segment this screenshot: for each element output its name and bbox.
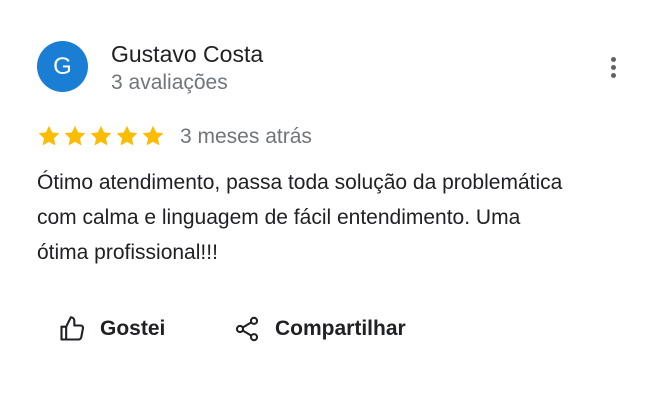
reviewer-name[interactable]: Gustavo Costa <box>111 40 263 68</box>
star-rating <box>37 124 165 148</box>
more-vertical-icon-dot <box>611 73 616 78</box>
share-icon <box>233 315 261 343</box>
star-icon <box>38 125 60 146</box>
star-icon <box>90 125 112 146</box>
star-icon <box>64 125 86 146</box>
star-icon <box>116 125 138 146</box>
star-icon <box>142 125 164 146</box>
more-vertical-icon <box>611 57 616 62</box>
like-button[interactable]: Gostei <box>58 309 165 349</box>
like-label: Gostei <box>100 317 166 340</box>
review-date: 3 meses atrás <box>180 125 312 148</box>
more-vertical-icon-dot <box>611 65 616 70</box>
thumbs-up-icon <box>58 315 86 343</box>
share-label: Compartilhar <box>275 317 406 340</box>
more-options-button[interactable] <box>600 54 628 82</box>
review-text: Ótimo atendimento, passa toda solução da… <box>37 171 563 264</box>
avatar[interactable]: G <box>37 41 88 92</box>
review-card: G Gustavo Costa 3 avaliações 3 meses atr… <box>0 0 661 400</box>
share-button[interactable]: Compartilhar <box>233 309 406 349</box>
reviewer-review-count: 3 avaliações <box>111 71 228 94</box>
